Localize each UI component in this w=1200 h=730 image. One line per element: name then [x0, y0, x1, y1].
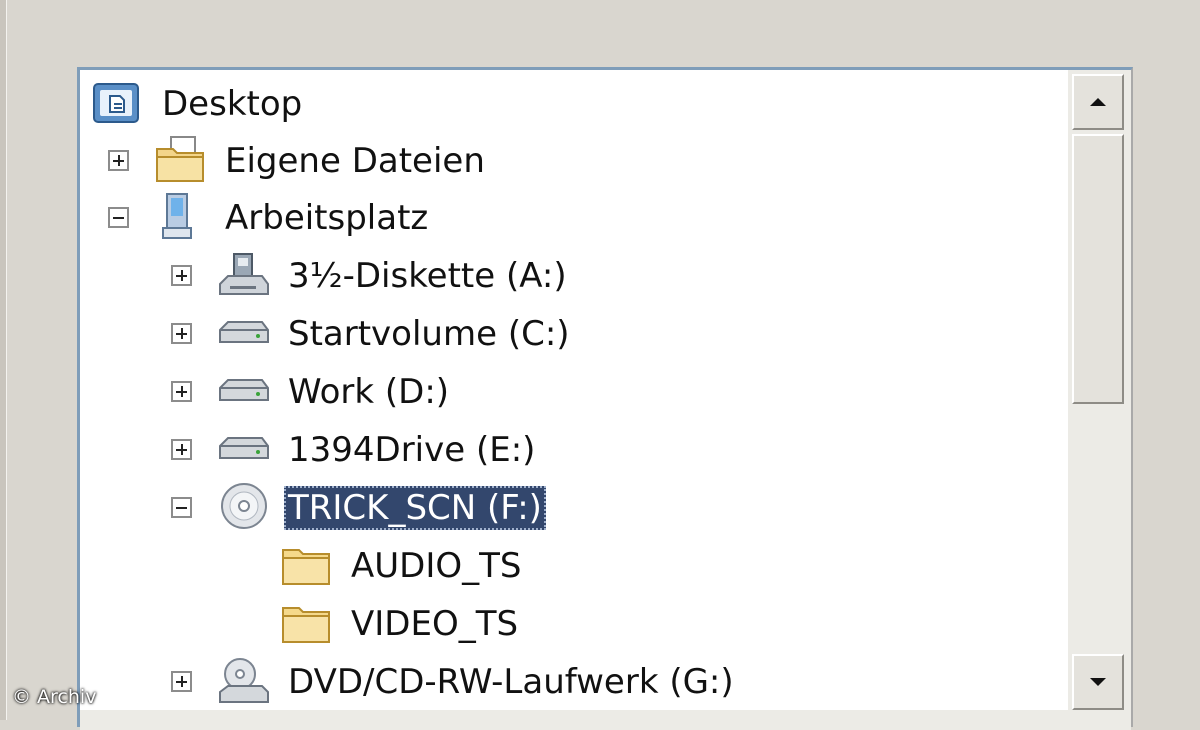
expand-button[interactable] — [171, 323, 192, 344]
desktop-icon — [93, 83, 139, 123]
my-documents-icon — [156, 136, 204, 182]
tree-item-label[interactable]: Startvolume (C:) — [284, 312, 574, 356]
collapse-button[interactable] — [108, 207, 129, 228]
expand-button[interactable] — [171, 265, 192, 286]
tree-item-label[interactable]: 1394Drive (E:) — [284, 428, 539, 472]
tree-item-label[interactable]: DVD/CD-RW-Laufwerk (G:) — [284, 660, 738, 704]
expand-button[interactable] — [108, 150, 129, 171]
scrollbar-thumb[interactable] — [1072, 134, 1124, 404]
arrow-up-icon — [1090, 98, 1106, 106]
folder-icon — [282, 549, 330, 585]
plus-icon — [180, 386, 183, 397]
cd-drive-icon — [221, 483, 267, 529]
tree-item-label[interactable]: Desktop — [158, 82, 306, 126]
minus-icon — [113, 216, 124, 219]
expand-button[interactable] — [171, 381, 192, 402]
plus-icon — [180, 444, 183, 455]
tree-item-label[interactable]: AUDIO_TS — [347, 544, 525, 588]
hard-drive-icon — [219, 379, 269, 401]
minus-icon — [176, 506, 187, 509]
plus-icon — [180, 676, 183, 687]
tree-item-label[interactable]: VIDEO_TS — [347, 602, 522, 646]
tree-item-label[interactable]: Arbeitsplatz — [221, 196, 432, 240]
expand-button[interactable] — [171, 439, 192, 460]
scroll-up-button[interactable] — [1072, 74, 1124, 130]
scroll-down-button[interactable] — [1072, 654, 1124, 710]
tree-item-label[interactable]: Work (D:) — [284, 370, 453, 414]
tree-item-label[interactable]: Eigene Dateien — [221, 139, 489, 183]
horizontal-scrollbar[interactable] — [80, 710, 1131, 730]
dvd-drive-icon — [219, 658, 269, 703]
hard-drive-icon — [219, 437, 269, 459]
vertical-scrollbar[interactable] — [1068, 70, 1131, 710]
hard-drive-icon — [219, 321, 269, 343]
plus-icon — [180, 328, 183, 339]
dialog-left-edge — [0, 0, 7, 720]
folder-icon — [282, 607, 330, 643]
folder-tree[interactable]: Desktop Eigene Dateien Arbeitsplatz 3½-D… — [80, 70, 1070, 710]
copyright-watermark: © Archiv — [12, 686, 97, 708]
folder-tree-panel[interactable]: Desktop Eigene Dateien Arbeitsplatz 3½-D… — [77, 67, 1133, 730]
arrow-down-icon — [1090, 678, 1106, 686]
my-computer-icon — [162, 193, 192, 239]
plus-icon — [117, 155, 120, 166]
expand-button[interactable] — [171, 671, 192, 692]
collapse-button[interactable] — [171, 497, 192, 518]
tree-item-label[interactable]: 3½-Diskette (A:) — [284, 254, 571, 298]
plus-icon — [180, 270, 183, 281]
floppy-drive-icon — [219, 253, 269, 295]
tree-item-label-selected[interactable]: TRICK_SCN (F:) — [284, 486, 546, 530]
